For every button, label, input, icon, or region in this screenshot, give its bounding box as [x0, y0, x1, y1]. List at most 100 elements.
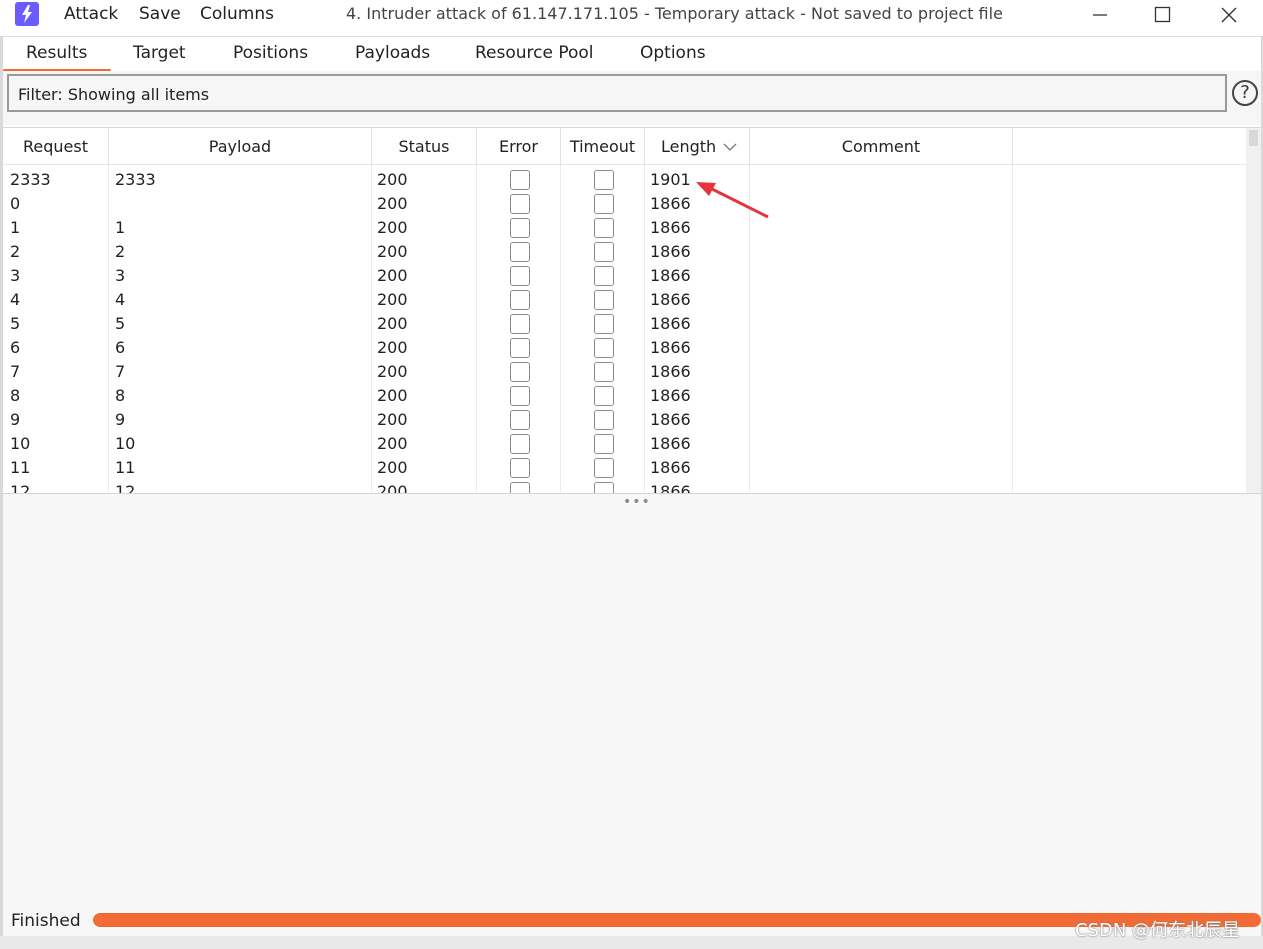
window-title: 4. Intruder attack of 61.147.171.105 - T… — [346, 4, 1003, 23]
maximize-icon — [1154, 6, 1171, 23]
cell-request: 3 — [10, 266, 21, 285]
cell-status: 200 — [377, 314, 408, 333]
table-row[interactable]: 6 6 200 1866 — [3, 336, 1246, 360]
table-row[interactable]: 5 5 200 1866 — [3, 312, 1246, 336]
error-checkbox[interactable] — [510, 410, 530, 430]
cell-request: 11 — [10, 458, 31, 477]
vertical-scrollbar[interactable] — [1246, 128, 1261, 494]
timeout-checkbox[interactable] — [594, 242, 614, 262]
column-header-length[interactable]: Length — [645, 128, 750, 165]
timeout-checkbox[interactable] — [594, 194, 614, 214]
filter-bar[interactable]: Filter: Showing all items — [7, 74, 1227, 112]
timeout-checkbox[interactable] — [594, 338, 614, 358]
maximize-button[interactable] — [1140, 0, 1186, 30]
error-checkbox[interactable] — [510, 434, 530, 454]
cell-length: 1866 — [650, 194, 691, 213]
error-checkbox[interactable] — [510, 386, 530, 406]
cell-length: 1866 — [650, 386, 691, 405]
cell-length: 1866 — [650, 266, 691, 285]
column-header-request[interactable]: Request — [3, 128, 109, 165]
error-checkbox[interactable] — [510, 290, 530, 310]
table-row[interactable]: 10 10 200 1866 — [3, 432, 1246, 456]
table-row[interactable]: 4 4 200 1866 — [3, 288, 1246, 312]
table-row[interactable]: 7 7 200 1866 — [3, 360, 1246, 384]
column-header-comment[interactable]: Comment — [750, 128, 1013, 165]
cell-status: 200 — [377, 434, 408, 453]
filter-label: Filter: Showing all items — [18, 85, 210, 104]
cell-status: 200 — [377, 338, 408, 357]
table-row[interactable]: 11 11 200 1866 — [3, 456, 1246, 480]
cell-status: 200 — [377, 242, 408, 261]
cell-length: 1901 — [650, 170, 691, 189]
cell-payload: 11 — [115, 458, 136, 477]
cell-length: 1866 — [650, 290, 691, 309]
table-row[interactable]: 1 1 200 1866 — [3, 216, 1246, 240]
table-row[interactable]: 2333 2333 200 1901 — [3, 168, 1246, 192]
tab-payloads[interactable]: Payloads — [355, 43, 430, 63]
timeout-checkbox[interactable] — [594, 386, 614, 406]
close-button[interactable] — [1206, 0, 1252, 30]
error-checkbox[interactable] — [510, 458, 530, 478]
watermark: CSDN @何东北辰星 — [1075, 920, 1241, 941]
results-table: Request Payload Status Error Timeout Len… — [3, 127, 1261, 494]
table-row[interactable]: 2 2 200 1866 — [3, 240, 1246, 264]
error-checkbox[interactable] — [510, 242, 530, 262]
error-checkbox[interactable] — [510, 218, 530, 238]
tab-results[interactable]: Results — [26, 43, 87, 63]
annotation-arrow-icon — [696, 182, 769, 219]
timeout-checkbox[interactable] — [594, 410, 614, 430]
cell-payload: 5 — [115, 314, 126, 333]
cell-length: 1866 — [650, 242, 691, 261]
column-header-timeout[interactable]: Timeout — [561, 128, 645, 165]
column-header-status[interactable]: Status — [372, 128, 477, 165]
column-header-payload[interactable]: Payload — [109, 128, 372, 165]
table-row[interactable]: 3 3 200 1866 — [3, 264, 1246, 288]
tab-bar: Results Target Positions Payloads Resour… — [3, 36, 1261, 72]
tab-target[interactable]: Target — [133, 43, 186, 63]
cell-request: 6 — [10, 338, 21, 357]
tab-positions[interactable]: Positions — [233, 43, 308, 63]
timeout-checkbox[interactable] — [594, 434, 614, 454]
timeout-checkbox[interactable] — [594, 290, 614, 310]
menu-save[interactable]: Save — [139, 4, 181, 24]
table-row[interactable]: 9 9 200 1866 — [3, 408, 1246, 432]
cell-request: 10 — [10, 434, 31, 453]
cell-length: 1866 — [650, 218, 691, 237]
status-bar: Finished — [3, 908, 1261, 936]
table-row[interactable]: 0 200 1866 — [3, 192, 1246, 216]
cell-payload: 9 — [115, 410, 126, 429]
table-row[interactable]: 8 8 200 1866 — [3, 384, 1246, 408]
timeout-checkbox[interactable] — [594, 170, 614, 190]
cell-request: 8 — [10, 386, 21, 405]
cell-request: 2 — [10, 242, 21, 261]
timeout-checkbox[interactable] — [594, 362, 614, 382]
cell-payload: 12 — [115, 482, 136, 494]
error-checkbox[interactable] — [510, 170, 530, 190]
scrollbar-thumb[interactable] — [1249, 130, 1258, 146]
column-header-error[interactable]: Error — [477, 128, 561, 165]
error-checkbox[interactable] — [510, 338, 530, 358]
cell-length: 1866 — [650, 458, 691, 477]
cell-request: 1 — [10, 218, 21, 237]
help-icon[interactable]: ? — [1232, 80, 1258, 106]
menu-attack[interactable]: Attack — [64, 4, 118, 24]
cell-request: 2333 — [10, 170, 51, 189]
timeout-checkbox[interactable] — [594, 218, 614, 238]
tab-resource-pool[interactable]: Resource Pool — [475, 43, 594, 63]
close-icon — [1221, 7, 1237, 23]
minimize-button[interactable] — [1077, 0, 1123, 30]
timeout-checkbox[interactable] — [594, 266, 614, 286]
timeout-checkbox[interactable] — [594, 314, 614, 334]
cell-payload: 2333 — [115, 170, 156, 189]
table-row[interactable]: 12 12 200 1866 — [3, 480, 1246, 494]
error-checkbox[interactable] — [510, 266, 530, 286]
timeout-checkbox[interactable] — [594, 458, 614, 478]
cell-length: 1866 — [650, 482, 691, 494]
error-checkbox[interactable] — [510, 314, 530, 334]
cell-request: 7 — [10, 362, 21, 381]
tab-options[interactable]: Options — [640, 43, 706, 63]
error-checkbox[interactable] — [510, 194, 530, 214]
menu-columns[interactable]: Columns — [200, 4, 274, 24]
error-checkbox[interactable] — [510, 362, 530, 382]
cell-status: 200 — [377, 218, 408, 237]
